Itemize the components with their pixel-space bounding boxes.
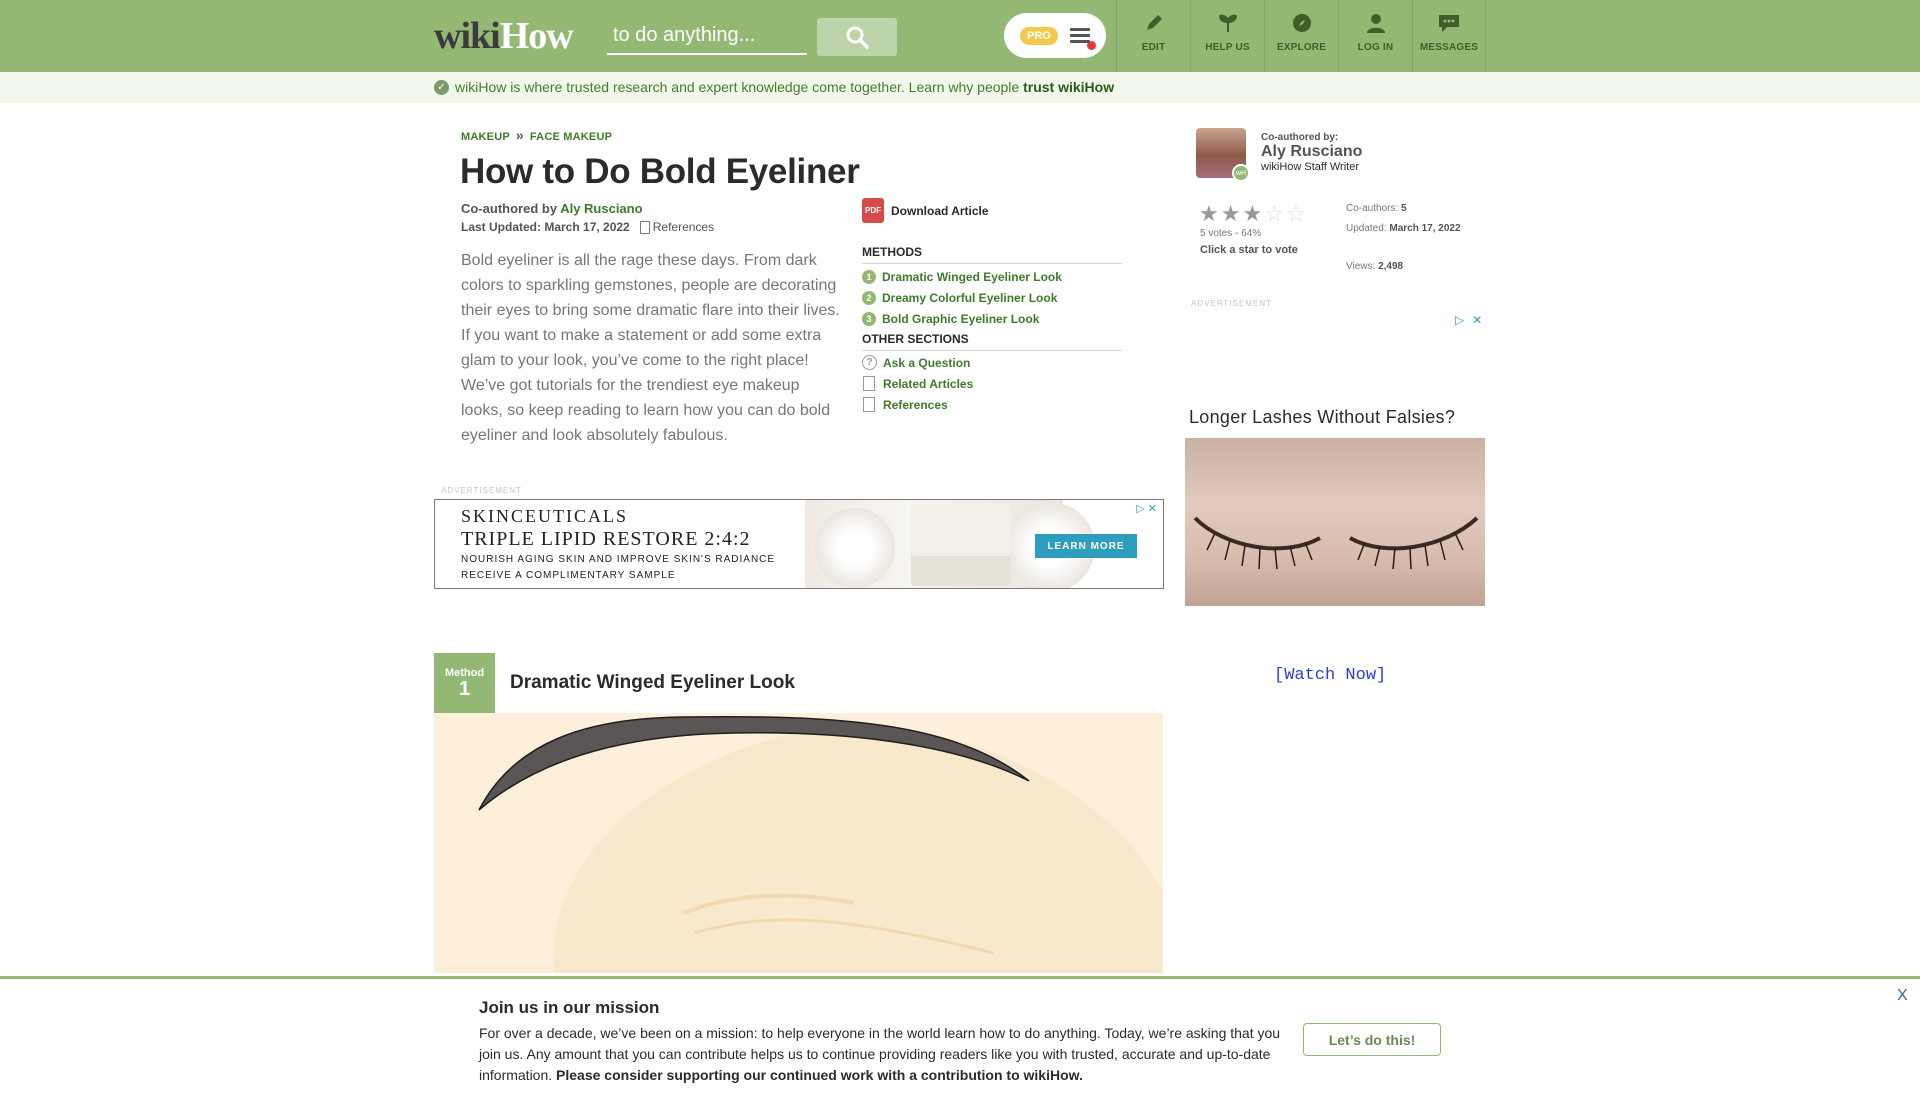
toc-references[interactable]: References <box>862 394 1122 415</box>
watch-now-link[interactable]: [Watch Now] <box>1274 666 1386 685</box>
author-avatar[interactable]: wH <box>1196 128 1250 182</box>
advertisement-label: ADVERTISEMENT <box>1191 299 1272 308</box>
chat-icon <box>1439 15 1459 32</box>
coauthors-count: Co-authors: 5 <box>1346 203 1407 214</box>
toc-ask-question[interactable]: ? Ask a Question <box>862 352 1122 373</box>
pro-badge: PRO <box>1020 26 1058 45</box>
search-input[interactable] <box>607 18 807 53</box>
sprout-icon <box>1218 14 1237 32</box>
trust-wikihow-link[interactable]: trust wikiHow <box>1023 79 1114 95</box>
adchoices-icon[interactable]: ▷ ✕ <box>1136 502 1157 515</box>
side-ad-lashes-image[interactable] <box>1185 438 1485 606</box>
donation-banner: Join us in our mission For over a decade… <box>0 976 1920 1097</box>
star-icon[interactable]: ☆ <box>1286 203 1306 225</box>
check-icon: ✓ <box>434 79 449 95</box>
document-icon <box>863 376 875 391</box>
nav-messages[interactable]: MESSAGES <box>1412 0 1486 72</box>
pencil-icon <box>1146 15 1162 30</box>
header-bar: wikiHow PRO EDIT HELP US EXPLORE LOG IN … <box>0 0 1920 72</box>
updated-date: Updated: March 17, 2022 <box>1346 223 1461 234</box>
method-illustration <box>434 713 1163 973</box>
search-icon <box>846 26 869 49</box>
trust-message: ✓ wikiHow is where trusted research and … <box>434 79 1114 95</box>
ad-subline: RECEIVE A COMPLIMENTARY SAMPLE <box>461 570 676 581</box>
click-star-hint: Click a star to vote <box>1200 244 1298 256</box>
views-count: Views: 2,498 <box>1346 261 1404 272</box>
header-nav: EDIT HELP US EXPLORE LOG IN MESSAGES <box>1116 0 1486 72</box>
star-rating: ★ ★ ★ ☆ ☆ <box>1199 203 1306 225</box>
author-link[interactable]: Aly Rusciano <box>560 201 642 216</box>
breadcrumb-face-makeup[interactable]: FACE MAKEUP <box>530 131 612 143</box>
star-icon[interactable]: ★ <box>1199 203 1219 225</box>
eyebrow-illustration <box>434 713 1163 973</box>
article-intro: Bold eyeliner is all the rage these days… <box>461 252 840 444</box>
nav-log-in[interactable]: LOG IN <box>1338 0 1412 72</box>
closed-eyes-illustration <box>1193 516 1479 570</box>
sidebar-author-role: wikiHow Staff Writer <box>1261 161 1360 173</box>
wikihow-logo[interactable]: wikiHow <box>434 14 574 58</box>
references-link[interactable]: References <box>639 220 714 234</box>
hamburger-menu-icon <box>1069 27 1096 50</box>
toc-method-2[interactable]: 2 Dreamy Colorful Eyeliner Look <box>862 287 1122 308</box>
compass-icon <box>1292 14 1311 32</box>
methods-heading: METHODS <box>862 245 1122 264</box>
pro-menu-button[interactable]: PRO <box>1004 13 1106 58</box>
toc-method-3[interactable]: 3 Bold Graphic Eyeliner Look <box>862 308 1122 329</box>
ad-subline: NOURISH AGING SKIN AND IMPROVE SKIN'S RA… <box>461 554 776 565</box>
search-button[interactable] <box>817 18 897 56</box>
close-banner-button[interactable]: X <box>1897 987 1908 1005</box>
document-icon <box>639 220 650 234</box>
page-title: How to Do Bold Eyeliner <box>460 152 860 191</box>
trust-bar: ✓ wikiHow is where trusted research and … <box>0 72 1920 103</box>
document-icon <box>863 397 875 412</box>
ad-brand: SKINCEUTICALS <box>461 506 629 526</box>
other-sections-list: ? Ask a Question Related Articles Referen… <box>862 352 1122 415</box>
question-icon: ? <box>862 355 877 370</box>
breadcrumb: MAKEUP » FACE MAKEUP <box>461 127 612 143</box>
breadcrumb-separator: » <box>515 127 524 143</box>
mission-title: Join us in our mission <box>479 998 660 1017</box>
notification-dot <box>1086 40 1096 50</box>
method-title: Dramatic Winged Eyeliner Look <box>510 672 795 693</box>
star-icon[interactable]: ★ <box>1221 203 1241 225</box>
toc-method-1[interactable]: 1 Dramatic Winged Eyeliner Look <box>862 266 1122 287</box>
breadcrumb-makeup[interactable]: MAKEUP <box>461 131 510 143</box>
nav-help-us[interactable]: HELP US <box>1190 0 1264 72</box>
coauthor-line: Co-authored by Aly Rusciano <box>461 201 643 216</box>
ad-headline: TRIPLE LIPID RESTORE 2:4:2 <box>461 528 751 550</box>
last-updated-line: Last Updated: March 17, 2022 References <box>461 220 715 234</box>
other-sections-heading: OTHER SECTIONS <box>862 332 1122 351</box>
sidebar-coauthored-label: Co-authored by: <box>1261 132 1339 143</box>
advertisement-label: ADVERTISEMENT <box>441 486 522 495</box>
method-badge: Method 1 <box>434 653 495 713</box>
download-article-button[interactable]: PDF Download Article <box>862 198 989 223</box>
ad-learn-more-button[interactable]: LEARN MORE <box>1035 534 1137 558</box>
side-ad-title[interactable]: Longer Lashes Without Falsies? <box>1189 407 1455 428</box>
mission-text: For over a decade, we’ve been on a missi… <box>479 1025 1281 1083</box>
search-box <box>607 18 807 55</box>
pdf-icon: PDF <box>862 198 884 223</box>
nav-explore[interactable]: EXPLORE <box>1264 0 1338 72</box>
contribute-button[interactable]: Let’s do this! <box>1303 1023 1441 1056</box>
adchoices-icon[interactable]: ▷ ✕ <box>1455 313 1482 327</box>
nav-edit[interactable]: EDIT <box>1116 0 1190 72</box>
star-icon[interactable]: ☆ <box>1264 203 1284 225</box>
user-icon <box>1366 14 1385 33</box>
ad-product-jar <box>911 504 1011 586</box>
banner-ad[interactable]: SKINCEUTICALS TRIPLE LIPID RESTORE 2:4:2… <box>434 499 1164 589</box>
votes-count: 5 votes - 64% <box>1200 228 1262 239</box>
methods-list: 1 Dramatic Winged Eyeliner Look 2 Dreamy C… <box>862 266 1122 329</box>
star-icon[interactable]: ★ <box>1242 203 1262 225</box>
sidebar-author-name[interactable]: Aly Rusciano <box>1261 143 1362 161</box>
staff-badge-icon: wH <box>1232 164 1250 182</box>
toc-related-articles[interactable]: Related Articles <box>862 373 1122 394</box>
